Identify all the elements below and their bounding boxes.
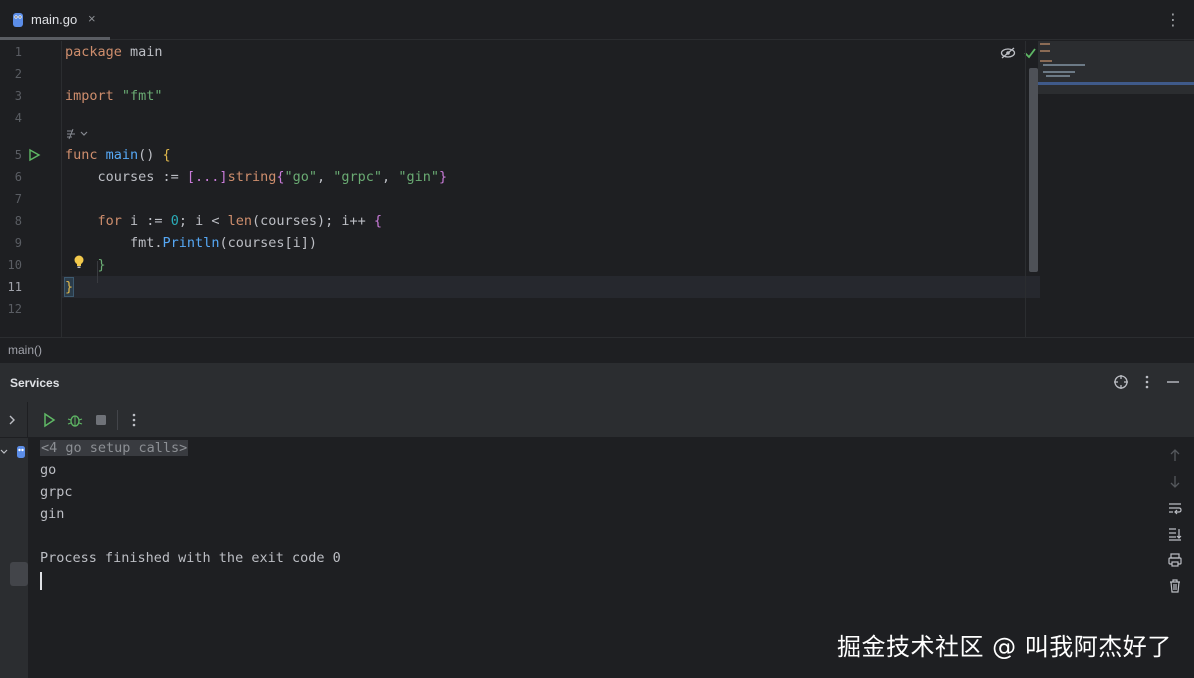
services-tree[interactable] <box>0 438 28 678</box>
code-line-3: import "fmt" <box>65 88 163 104</box>
run-main-icon[interactable] <box>27 148 41 162</box>
code-line-11: } <box>65 279 74 295</box>
line-number: 5 <box>14 148 22 162</box>
more-options-icon[interactable] <box>1139 374 1155 390</box>
reader-mode-eye-icon[interactable] <box>1000 46 1016 60</box>
line-number: 2 <box>14 67 22 81</box>
soft-wrap-icon[interactable] <box>1167 500 1183 516</box>
line-gutter: 1 2 3 4 5 6 7 8 9 10 11 12 <box>0 41 62 337</box>
go-file-icon <box>13 13 23 27</box>
toolbar-separator <box>117 410 118 430</box>
line-number: 10 <box>7 258 22 272</box>
line-number: 7 <box>14 192 22 206</box>
panel-title: Services <box>10 376 60 390</box>
code-editor[interactable]: 1 2 3 4 5 6 7 8 9 10 11 12 package main … <box>0 41 1194 337</box>
debug-bug-icon[interactable] <box>67 412 83 428</box>
current-line-highlight <box>62 276 1040 298</box>
expand-chevron-icon[interactable] <box>4 412 20 428</box>
tab-menu-icon[interactable]: ⋮ <box>1165 10 1181 30</box>
print-icon[interactable] <box>1167 552 1183 568</box>
editor-scrollbar-thumb[interactable] <box>1029 68 1038 272</box>
breadcrumb-bar: main() <box>0 337 1194 362</box>
line-number: 4 <box>14 111 22 125</box>
code-line-8: for i := 0; i < len(courses); i++ { <box>65 213 383 229</box>
line-number: 12 <box>7 302 22 316</box>
toolbar-divider <box>27 402 28 438</box>
line-number: 9 <box>14 236 22 250</box>
code-line-1: package main <box>65 44 163 60</box>
line-number: 8 <box>14 214 22 228</box>
code-line-6: courses := [...]string{"go", "grpc", "gi… <box>65 169 448 185</box>
tab-label: main.go <box>31 12 78 27</box>
breadcrumb[interactable]: main() <box>8 343 42 357</box>
editor-tab-bar: main.go × ⋮ <box>0 0 1194 40</box>
text-caret <box>40 572 42 590</box>
toolbar-more-icon[interactable] <box>126 412 142 428</box>
active-tab-indicator <box>0 37 110 40</box>
run-icon[interactable] <box>41 412 57 428</box>
tree-scrollbar-thumb[interactable] <box>10 562 28 586</box>
console-line: <4 go setup calls> <box>40 440 189 456</box>
tab-close-icon[interactable]: × <box>88 11 96 26</box>
editor-scrollbar-track <box>1025 41 1026 337</box>
trash-icon[interactable] <box>1167 578 1183 594</box>
console-line: Process finished with the exit code 0 <box>40 550 341 566</box>
minimize-icon[interactable] <box>1165 374 1181 390</box>
watermark-text: 掘金技术社区 @ 叫我阿杰好了 <box>837 633 1172 661</box>
go-service-node-icon[interactable] <box>0 444 28 462</box>
code-line-10: } <box>65 257 106 273</box>
services-panel-header: Services <box>0 362 1194 402</box>
arrow-down-icon[interactable] <box>1167 474 1183 490</box>
console-line: grpc <box>40 484 73 500</box>
console-line: gin <box>40 506 65 522</box>
crosshair-icon[interactable] <box>1113 374 1129 390</box>
collapsed-setup-calls[interactable]: <4 go setup calls> <box>40 440 189 456</box>
console-line: go <box>40 462 57 478</box>
line-number: 3 <box>14 89 22 103</box>
code-line-9: fmt.Println(courses[i]) <box>65 235 317 251</box>
arrow-up-icon[interactable] <box>1167 447 1183 463</box>
line-number: 6 <box>14 170 22 184</box>
line-number: 1 <box>14 45 22 59</box>
scroll-to-end-icon[interactable] <box>1167 526 1183 542</box>
minimap-viewport <box>1038 82 1194 85</box>
code-minimap[interactable] <box>1038 41 1194 94</box>
code-line-5: func main() { <box>65 147 171 163</box>
inlay-hint-icon[interactable] <box>65 128 89 140</box>
stop-icon[interactable] <box>93 412 109 428</box>
line-number-current: 11 <box>7 280 22 294</box>
tab-main-go[interactable]: main.go × <box>0 0 110 40</box>
services-toolbar <box>0 402 1194 438</box>
